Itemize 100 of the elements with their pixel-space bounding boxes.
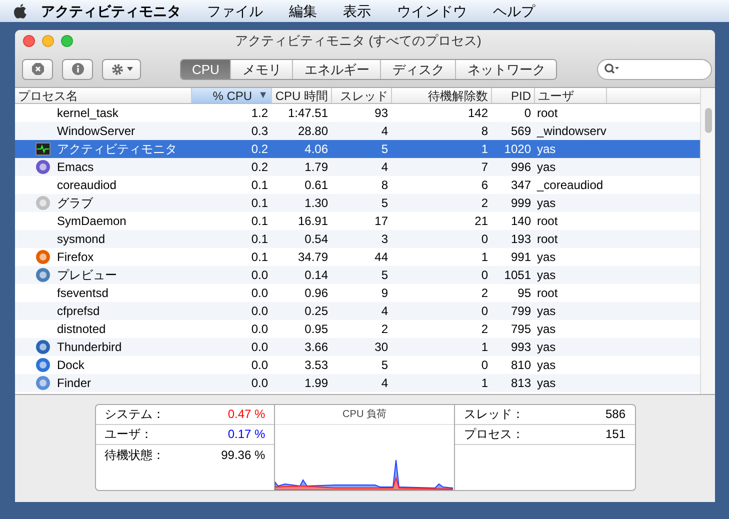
table-cell-text: 5 bbox=[381, 141, 388, 158]
info-button[interactable] bbox=[62, 58, 93, 80]
tab[interactable]: メモリ bbox=[230, 60, 292, 79]
table-cell-text: 0.3 bbox=[251, 123, 268, 140]
table-cell-text: 0.0 bbox=[251, 357, 268, 374]
window-title: アクティビティモニタ (すべてのプロセス) bbox=[235, 32, 482, 50]
search-icon bbox=[604, 63, 620, 76]
tab[interactable]: CPU bbox=[181, 60, 230, 79]
table-cell-text: 6 bbox=[481, 177, 488, 194]
table-cell-text: 3.66 bbox=[304, 339, 328, 356]
column-header[interactable]: % CPU ▼ bbox=[192, 88, 272, 103]
table-cell-text: fseventsd bbox=[57, 285, 108, 302]
app-icon bbox=[35, 249, 51, 265]
column-header[interactable]: CPU 時間 bbox=[272, 88, 332, 103]
apple-logo-icon[interactable] bbox=[13, 3, 27, 19]
stop-icon bbox=[32, 63, 44, 76]
table-cell-text: 5 bbox=[381, 195, 388, 212]
table-cell-text: 1.99 bbox=[304, 375, 328, 392]
process-row[interactable]: WindowServer 0.3 28.80 4 8 569 _windowserv bbox=[15, 122, 700, 140]
table-cell-text: 5 bbox=[381, 357, 388, 374]
column-header[interactable]: 待機解除数 bbox=[392, 88, 492, 103]
table-cell-text: Dock bbox=[57, 357, 84, 374]
tab[interactable]: ディスク bbox=[380, 60, 456, 79]
table-cell-text: 1051 bbox=[504, 267, 531, 284]
table-cell-text: 30 bbox=[374, 339, 388, 356]
menu-item[interactable]: ヘルプ bbox=[493, 0, 535, 22]
table-cell-text: 2 bbox=[481, 285, 488, 302]
close-button[interactable] bbox=[23, 34, 35, 47]
table-cell: yas bbox=[537, 196, 556, 210]
stat-label: プロセス： bbox=[464, 426, 524, 443]
table-cell-text: 0 bbox=[481, 267, 488, 284]
table-cell-text: 0 bbox=[481, 231, 488, 248]
app-icon bbox=[35, 159, 51, 175]
table-cell-text: 0.1 bbox=[251, 231, 268, 248]
table-cell-text: distnoted bbox=[57, 321, 106, 338]
gear-menu-button[interactable] bbox=[102, 58, 141, 80]
stat-label: ユーザ： bbox=[104, 426, 152, 443]
table-cell-text: 0.0 bbox=[251, 285, 268, 302]
menu-item[interactable]: ファイル bbox=[207, 0, 263, 22]
table-cell-text: 0.95 bbox=[304, 321, 328, 338]
info-icon bbox=[72, 63, 84, 76]
table-cell-text: 0.1 bbox=[251, 177, 268, 194]
column-header[interactable]: PID bbox=[492, 88, 535, 103]
table-cell-text: 0.0 bbox=[251, 339, 268, 356]
process-row[interactable]: cfprefsd 0.0 0.25 4 0 799 yas bbox=[15, 302, 700, 320]
app-menu[interactable]: アクティビティモニタ bbox=[41, 0, 181, 22]
column-header[interactable]: スレッド bbox=[332, 88, 392, 103]
table-cell-text: 4 bbox=[381, 159, 388, 176]
stat-label: スレッド： bbox=[464, 406, 524, 423]
process-row[interactable]: sysmond 0.1 0.54 3 0 193 root bbox=[15, 230, 700, 248]
sort-indicator: ▼ bbox=[258, 89, 268, 103]
table-cell-text: 17 bbox=[374, 213, 388, 230]
table-cell-text: 9 bbox=[381, 285, 388, 302]
table-cell-text: 21 bbox=[474, 213, 488, 230]
table-cell-text: SymDaemon bbox=[57, 213, 126, 230]
scrollbar[interactable] bbox=[700, 88, 715, 394]
stat-value: 586 bbox=[605, 406, 626, 423]
table-cell-text: 8 bbox=[481, 123, 488, 140]
monitor-icon bbox=[35, 141, 51, 157]
tab[interactable]: ネットワーク bbox=[455, 60, 556, 79]
table-cell-text: 2 bbox=[481, 321, 488, 338]
table-cell-text: 0.25 bbox=[304, 303, 328, 320]
table-cell-text: 95 bbox=[518, 285, 531, 302]
table-cell-text: 0.2 bbox=[251, 141, 268, 158]
menu-item[interactable]: 表示 bbox=[343, 0, 371, 22]
process-row[interactable]: アクティビティモニタ 0.2 4.06 5 1 1020 yas bbox=[15, 140, 700, 158]
minimize-button[interactable] bbox=[42, 34, 54, 47]
table-cell-text: 4.06 bbox=[304, 141, 328, 158]
app-icon bbox=[35, 375, 51, 391]
column-header[interactable]: ユーザ bbox=[535, 88, 607, 103]
table-cell-text: 1 bbox=[481, 339, 488, 356]
stat-label: システム： bbox=[104, 406, 164, 423]
process-row[interactable]: Emacs 0.2 1.79 4 7 996 yas bbox=[15, 158, 700, 176]
tab[interactable]: エネルギー bbox=[292, 60, 380, 79]
gear-icon bbox=[110, 62, 124, 76]
process-row[interactable]: Finder 0.0 1.99 4 1 813 yas bbox=[15, 374, 700, 392]
zoom-button[interactable] bbox=[61, 34, 73, 47]
process-row[interactable]: プレビュー 0.0 0.14 5 0 1051 yas bbox=[15, 266, 700, 284]
table-cell-text: 4 bbox=[381, 303, 388, 320]
table-cell-text: 2 bbox=[481, 195, 488, 212]
table-cell-text: 8 bbox=[381, 177, 388, 194]
stop-process-button[interactable] bbox=[22, 58, 53, 80]
table-cell-text: 0.0 bbox=[251, 375, 268, 392]
table-cell-text: Thunderbird bbox=[57, 339, 122, 356]
process-row[interactable]: グラブ 0.1 1.30 5 2 999 yas bbox=[15, 194, 700, 212]
table-cell-text: 4 bbox=[381, 123, 388, 140]
process-row[interactable]: Thunderbird 0.0 3.66 30 1 993 yas bbox=[15, 338, 700, 356]
table-cell-text: 5 bbox=[381, 267, 388, 284]
menu-item[interactable]: ウインドウ bbox=[397, 0, 467, 22]
table-cell: root bbox=[537, 286, 558, 300]
table-cell-text: 0.1 bbox=[251, 213, 268, 230]
table-cell-text: 1:47.51 bbox=[288, 105, 328, 122]
table-cell-text: 1020 bbox=[504, 141, 531, 158]
table-cell-text: 93 bbox=[374, 105, 388, 122]
search-field[interactable] bbox=[597, 58, 712, 80]
table-cell-text: 2 bbox=[381, 321, 388, 338]
app-icon bbox=[35, 357, 51, 373]
menu-item[interactable]: 編集 bbox=[289, 0, 317, 22]
table-cell: yas bbox=[537, 322, 556, 336]
table-cell-text: 44 bbox=[374, 249, 388, 266]
